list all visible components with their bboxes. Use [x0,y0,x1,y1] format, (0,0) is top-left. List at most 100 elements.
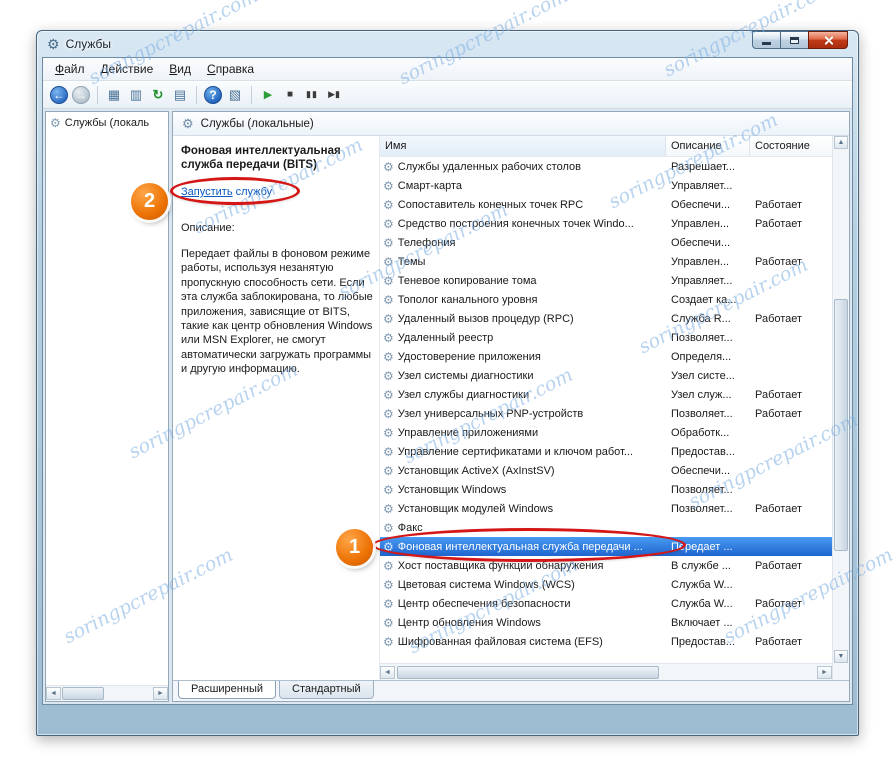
minimize-button[interactable] [752,31,781,49]
service-row[interactable]: ⚙ Удаленный вызов процедур (RPC) Служба R.… [380,309,832,328]
help-icon[interactable]: ? [204,85,222,104]
service-name-text: Теневое копирование тома [397,274,537,287]
stop-service-icon[interactable]: ■ [280,85,300,105]
service-gear-icon: ⚙ [383,311,394,326]
service-gear-icon: ⚙ [383,463,394,478]
service-row[interactable]: ⚙ Управление сертификатами и ключом работ… [380,442,832,461]
service-row[interactable]: ⚙ Центр обновления Windows Включает ... [380,613,832,632]
service-row[interactable]: ⚙ Узел службы диагностики Узел служ... Рабо… [380,385,832,404]
service-description-cell: Передает ... [671,540,733,553]
service-name-cell: ⚙ Сопоставитель конечных точек RPC [380,198,666,212]
tree-horizontal-scrollbar[interactable]: ◄ ► [46,685,168,701]
scrollbar-thumb[interactable] [397,665,660,679]
service-gear-icon: ⚙ [383,596,394,611]
start-service-link[interactable]: Запустить службу [181,186,331,198]
service-gear-icon: ⚙ [383,577,394,592]
service-row[interactable]: ⚙ Телефония Обеспечи... [380,233,832,252]
service-row[interactable]: ⚙ Узел универсальных PNP-устройств Позволя… [380,404,832,423]
service-gear-icon: ⚙ [383,482,394,497]
service-name-text: Факс [397,521,423,534]
column-header-name[interactable]: Имя [380,136,666,156]
service-description-cell: Узел служ... [671,388,732,401]
list-view-icon[interactable]: ▥ [126,85,146,105]
scroll-left-icon[interactable]: ◄ [46,687,61,700]
menu-help[interactable]: Справка [199,59,262,79]
service-row[interactable]: ⚙ Установщик Windows Позволяет... [380,480,832,499]
service-name-cell: ⚙ Удостоверение приложения [380,350,666,364]
service-description-cell: Позволяет... [671,331,733,344]
minimize-icon [762,42,771,45]
service-row[interactable]: ⚙ Тополог канального уровня Создает ка... [380,290,832,309]
maximize-button[interactable] [780,31,809,49]
main-pane: ⚙ Службы (локальные) Фоновая интеллектуа… [172,111,850,702]
scroll-right-icon[interactable]: ► [153,687,168,700]
service-description-cell: Обеспечи... [671,464,731,477]
service-status-cell: Работает [755,635,803,648]
pause-service-icon[interactable]: ▮▮ [302,85,322,105]
title-bar[interactable]: ⚙ Службы [37,31,858,57]
service-row[interactable]: ⚙ Сопоставитель конечных точек RPC Обеспеч… [380,195,832,214]
scroll-down-icon[interactable]: ▼ [834,650,848,663]
service-row[interactable]: ⚙ Управление приложениями Обработк... [380,423,832,442]
service-row[interactable]: ⚙ Темы Управлен... Работает [380,252,832,271]
service-row[interactable]: ⚙ Теневое копирование тома Управляет... [380,271,832,290]
start-service-link-rest: службу [232,186,273,198]
service-description-cell: Создает ка... [671,293,737,306]
service-row[interactable]: ⚙ Установщик модулей Windows Позволяет... Р… [380,499,832,518]
scroll-right-icon[interactable]: ► [817,665,832,679]
console-window-icon[interactable]: ▦ [104,85,124,105]
service-description-cell: В службе ... [671,559,731,572]
view-tabs: Расширенный Стандартный [173,680,849,701]
list-horizontal-scrollbar[interactable]: ◄ ► [380,663,832,680]
scroll-left-icon[interactable]: ◄ [380,665,395,679]
column-header-status[interactable]: Состояние [750,136,832,156]
scroll-up-icon[interactable]: ▲ [834,136,848,149]
forward-icon[interactable]: → [72,85,90,104]
description-text: Передает файлы в фоновом режиме работы, … [181,248,373,376]
tree-item-services-local[interactable]: ⚙ Службы (локаль [46,112,168,133]
service-row[interactable]: ⚙ Службы удаленных рабочих столов Разрешае… [380,157,832,176]
refresh-icon[interactable]: ↻ [148,85,168,105]
services-gear-icon: ⚙ [182,115,194,131]
service-name-text: Установщик Windows [397,483,507,496]
service-name-cell: ⚙ Теневое копирование тома [380,274,666,288]
service-row[interactable]: ⚙ Средство построения конечных точек Wind… [380,214,832,233]
service-row[interactable]: ⚙ Узел системы диагностики Узел систе... [380,366,832,385]
scrollbar-thumb[interactable] [62,687,104,700]
restart-service-icon[interactable]: ▶▮ [324,85,344,105]
menu-action[interactable]: Действие [93,59,162,79]
column-header-description[interactable]: Описание [666,136,750,156]
service-name-text: Темы [397,255,426,268]
service-row[interactable]: ⚙ Удостоверение приложения Определя... [380,347,832,366]
start-service-link-action[interactable]: Запустить [181,186,233,198]
service-name-text: Сопоставитель конечных точек RPC [397,198,584,211]
back-icon[interactable]: ← [50,85,68,104]
service-row-selected[interactable]: ⚙ Фоновая интеллектуальная служба передач… [380,537,832,556]
service-row[interactable]: ⚙ Цветовая система Windows (WCS) Служба W.… [380,575,832,594]
menu-view[interactable]: Вид [161,59,199,79]
service-name-text: Удаленный вызов процедур (RPC) [397,312,574,325]
service-description-cell: Служба R... [671,312,731,325]
service-name-cell: ⚙ Узел службы диагностики [380,388,666,402]
service-name-cell: ⚙ Смарт-карта [380,179,666,193]
tab-standard[interactable]: Стандартный [279,681,374,699]
export-list-icon[interactable]: ▤ [170,85,190,105]
close-button[interactable] [808,31,848,49]
service-row[interactable]: ⚙ Хост поставщика функции обнаружения В сл… [380,556,832,575]
tab-extended[interactable]: Расширенный [178,681,276,699]
service-row[interactable]: ⚙ Факс [380,518,832,537]
list-vertical-scrollbar[interactable]: ▲ ▼ [832,136,849,680]
menu-file[interactable]: Файл [47,59,93,79]
service-name-text: Управление сертификатами и ключом работ.… [397,445,633,458]
service-row[interactable]: ⚙ Центр обеспечения безопасности Служба W.… [380,594,832,613]
action-pane-icon[interactable]: ▧ [225,85,245,105]
service-row[interactable]: ⚙ Удаленный реестр Позволяет... [380,328,832,347]
service-gear-icon: ⚙ [383,330,394,345]
service-name-cell: ⚙ Факс [380,521,666,535]
service-description-cell: Обеспечи... [671,198,731,211]
service-row[interactable]: ⚙ Смарт-карта Управляет... [380,176,832,195]
service-row[interactable]: ⚙ Шифрованная файловая система (EFS) Предо… [380,632,832,651]
start-service-icon[interactable]: ▶ [258,85,278,105]
scrollbar-thumb[interactable] [834,299,848,552]
service-row[interactable]: ⚙ Установщик ActiveX (AxInstSV) Обеспечи..… [380,461,832,480]
